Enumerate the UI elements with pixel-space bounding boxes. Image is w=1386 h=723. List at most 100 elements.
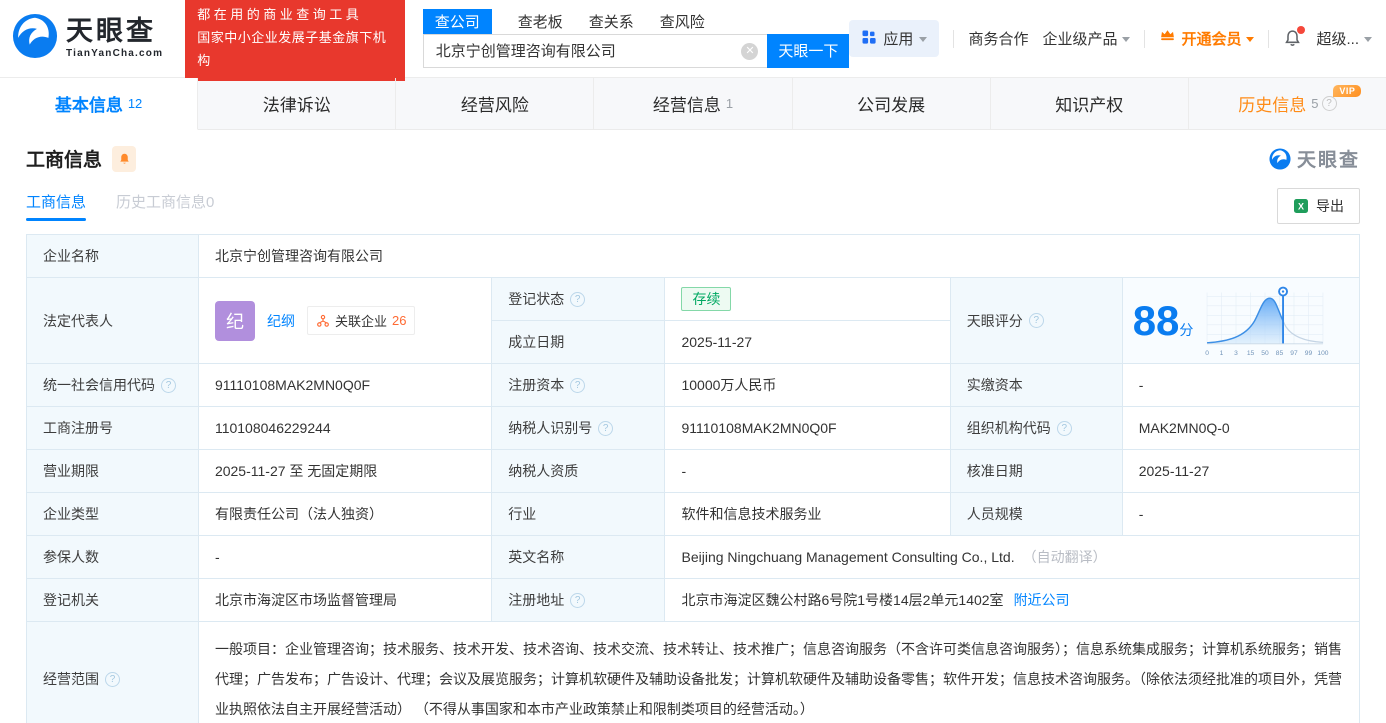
chevron-down-icon: [1122, 37, 1131, 42]
nav-open-vip[interactable]: 开通会员: [1159, 28, 1255, 49]
tab-label: 基本信息: [54, 96, 123, 115]
legal-rep-link[interactable]: 纪纲: [267, 311, 295, 331]
nav-user-menu[interactable]: 超级...: [1316, 28, 1372, 49]
tianyancha-logo[interactable]: 天眼查 TianYanCha.com: [12, 13, 163, 64]
svg-text:50: 50: [1262, 350, 1270, 357]
tab-operation-risk[interactable]: 经营风险: [396, 78, 595, 129]
legal-rep-avatar[interactable]: 纪: [214, 300, 255, 341]
field-value-credit-code: 91110108MAK2MN0Q0F: [198, 364, 493, 407]
field-value-reg-status: 存续: [665, 278, 951, 321]
field-label-reg-status: 登记状态?: [492, 278, 666, 321]
help-icon[interactable]: ?: [161, 377, 176, 393]
tianyancha-swirl-icon: [1269, 147, 1291, 170]
main-content: 工商信息 天眼查 工商信息 历史工商信息0 X 导出 企业名称 北京宁创管理咨询…: [0, 145, 1386, 723]
field-label-est-date: 成立日期: [492, 321, 666, 364]
tab-legal-litigation[interactable]: 法律诉讼: [198, 78, 397, 129]
apps-menu[interactable]: 应用: [849, 20, 940, 57]
field-value-tax-qualification: -: [665, 450, 951, 493]
clear-search-icon[interactable]: ✕: [741, 42, 759, 60]
field-label-reg-authority: 登记机关: [27, 579, 199, 622]
excel-icon: X: [1294, 199, 1308, 213]
tab-operation-info[interactable]: 经营信息 1: [594, 78, 793, 129]
field-value-business-scope: 一般项目：企业管理咨询；技术服务、技术开发、技术咨询、技术交流、技术转让、技术推…: [198, 622, 1360, 723]
svg-text:X: X: [1298, 202, 1304, 212]
logo-domain: TianYanCha.com: [66, 48, 164, 59]
tab-label: 法律诉讼: [262, 96, 331, 115]
chevron-down-icon: [919, 37, 928, 42]
field-label-business-scope: 经营范围?: [27, 622, 199, 723]
svg-text:3: 3: [1235, 350, 1239, 357]
field-label-credit-code: 统一社会信用代码?: [27, 364, 199, 407]
help-icon[interactable]: ?: [570, 592, 586, 608]
field-label-reg-capital: 注册资本?: [492, 364, 666, 407]
top-header: 天眼查 TianYanCha.com 都在用的商业查询工具 国家中小企业发展子基…: [0, 0, 1386, 81]
nearby-companies-link[interactable]: 附近公司: [1014, 590, 1070, 610]
nav-business-cooperation[interactable]: 商务合作: [968, 28, 1028, 49]
help-icon[interactable]: ?: [105, 671, 120, 687]
help-icon[interactable]: ?: [570, 377, 586, 393]
related-companies-count: 26: [391, 313, 407, 328]
search-tab-relation[interactable]: 查关系: [589, 9, 634, 34]
nav-divider: [953, 29, 955, 48]
svg-text:99: 99: [1305, 350, 1313, 357]
search-button[interactable]: 天眼一下: [767, 33, 850, 68]
nav-enterprise-products[interactable]: 企业级产品: [1042, 28, 1131, 49]
field-label-paid-capital: 实缴资本: [950, 364, 1123, 407]
field-value-english-name: Beijing Ningchuang Management Consulting…: [665, 536, 1360, 579]
org-chart-icon: [317, 314, 329, 327]
svg-text:1: 1: [1220, 350, 1224, 357]
open-vip-label: 开通会员: [1181, 31, 1242, 48]
field-label-industry: 行业: [492, 493, 666, 536]
field-value-tax-id: 91110108MAK2MN0Q0F: [665, 407, 951, 450]
field-value-approval-date: 2025-11-27: [1122, 450, 1360, 493]
help-icon[interactable]: ?: [598, 420, 614, 436]
help-icon[interactable]: ?: [1056, 420, 1072, 436]
field-label-tax-qualification: 纳税人资质: [492, 450, 666, 493]
score-number: 88: [1132, 296, 1180, 344]
field-value-reg-authority: 北京市海淀区市场监督管理局: [198, 579, 493, 622]
related-companies-badge[interactable]: 关联企业 26: [306, 306, 416, 335]
chevron-down-icon: [1364, 37, 1372, 42]
notification-dot: [1297, 26, 1306, 34]
help-icon[interactable]: ?: [1028, 313, 1044, 328]
search-tab-boss[interactable]: 查老板: [518, 9, 563, 34]
search-tab-risk[interactable]: 查风险: [660, 9, 705, 34]
search-tab-company[interactable]: 查公司: [422, 8, 492, 34]
field-value-org-code: MAK2MN0Q-0: [1122, 407, 1360, 450]
export-button[interactable]: X 导出: [1277, 188, 1360, 224]
search-input[interactable]: [423, 34, 768, 67]
biz-info-subtabs: 工商信息 历史工商信息0: [26, 191, 214, 221]
subtab-history-business-info[interactable]: 历史工商信息0: [116, 191, 214, 221]
nav-divider: [1268, 29, 1270, 48]
nav-divider: [1144, 29, 1146, 48]
field-value-reg-capital: 10000万人民币: [665, 364, 951, 407]
search-input-wrap: ✕: [422, 33, 768, 68]
company-tabs: 基本信息 12 法律诉讼 经营风险 经营信息 1 公司发展 知识产权 VIP 历…: [0, 78, 1386, 130]
field-label-insured-count: 参保人数: [27, 536, 199, 579]
field-label-score: 天眼评分?: [950, 278, 1123, 364]
logo-text: 天眼查 TianYanCha.com: [66, 18, 163, 59]
field-label-reg-number: 工商注册号: [27, 407, 199, 450]
subscribe-bell-icon[interactable]: [112, 145, 137, 172]
field-value-company-type: 有限责任公司（法人独资）: [198, 493, 493, 536]
vip-badge: VIP: [1333, 85, 1362, 97]
field-label-company-type: 企业类型: [27, 493, 199, 536]
help-icon[interactable]: ?: [1321, 96, 1337, 111]
logo-cn: 天眼查: [66, 16, 156, 46]
field-value-legal-rep: 纪 纪纲 关联企业 26: [198, 278, 493, 364]
tab-basic-info[interactable]: 基本信息 12: [0, 78, 199, 130]
apps-grid-icon: [861, 29, 877, 49]
tab-intellectual-property[interactable]: 知识产权: [991, 78, 1189, 129]
help-icon[interactable]: ?: [570, 291, 586, 307]
field-value-reg-number: 110108046229244: [198, 407, 493, 450]
field-label-approval-date: 核准日期: [950, 450, 1123, 493]
tab-count: 1: [725, 96, 734, 111]
tab-history-info[interactable]: VIP 历史信息 5 ?: [1189, 78, 1386, 129]
subtab-business-info[interactable]: 工商信息: [26, 191, 87, 221]
notification-bell[interactable]: [1283, 26, 1306, 48]
business-cooperation-label: 商务合作: [968, 31, 1029, 48]
tab-company-development[interactable]: 公司发展: [793, 78, 991, 129]
related-companies-label: 关联企业: [334, 314, 387, 329]
field-label-tax-id: 纳税人识别号?: [492, 407, 666, 450]
field-label-english-name: 英文名称: [492, 536, 666, 579]
